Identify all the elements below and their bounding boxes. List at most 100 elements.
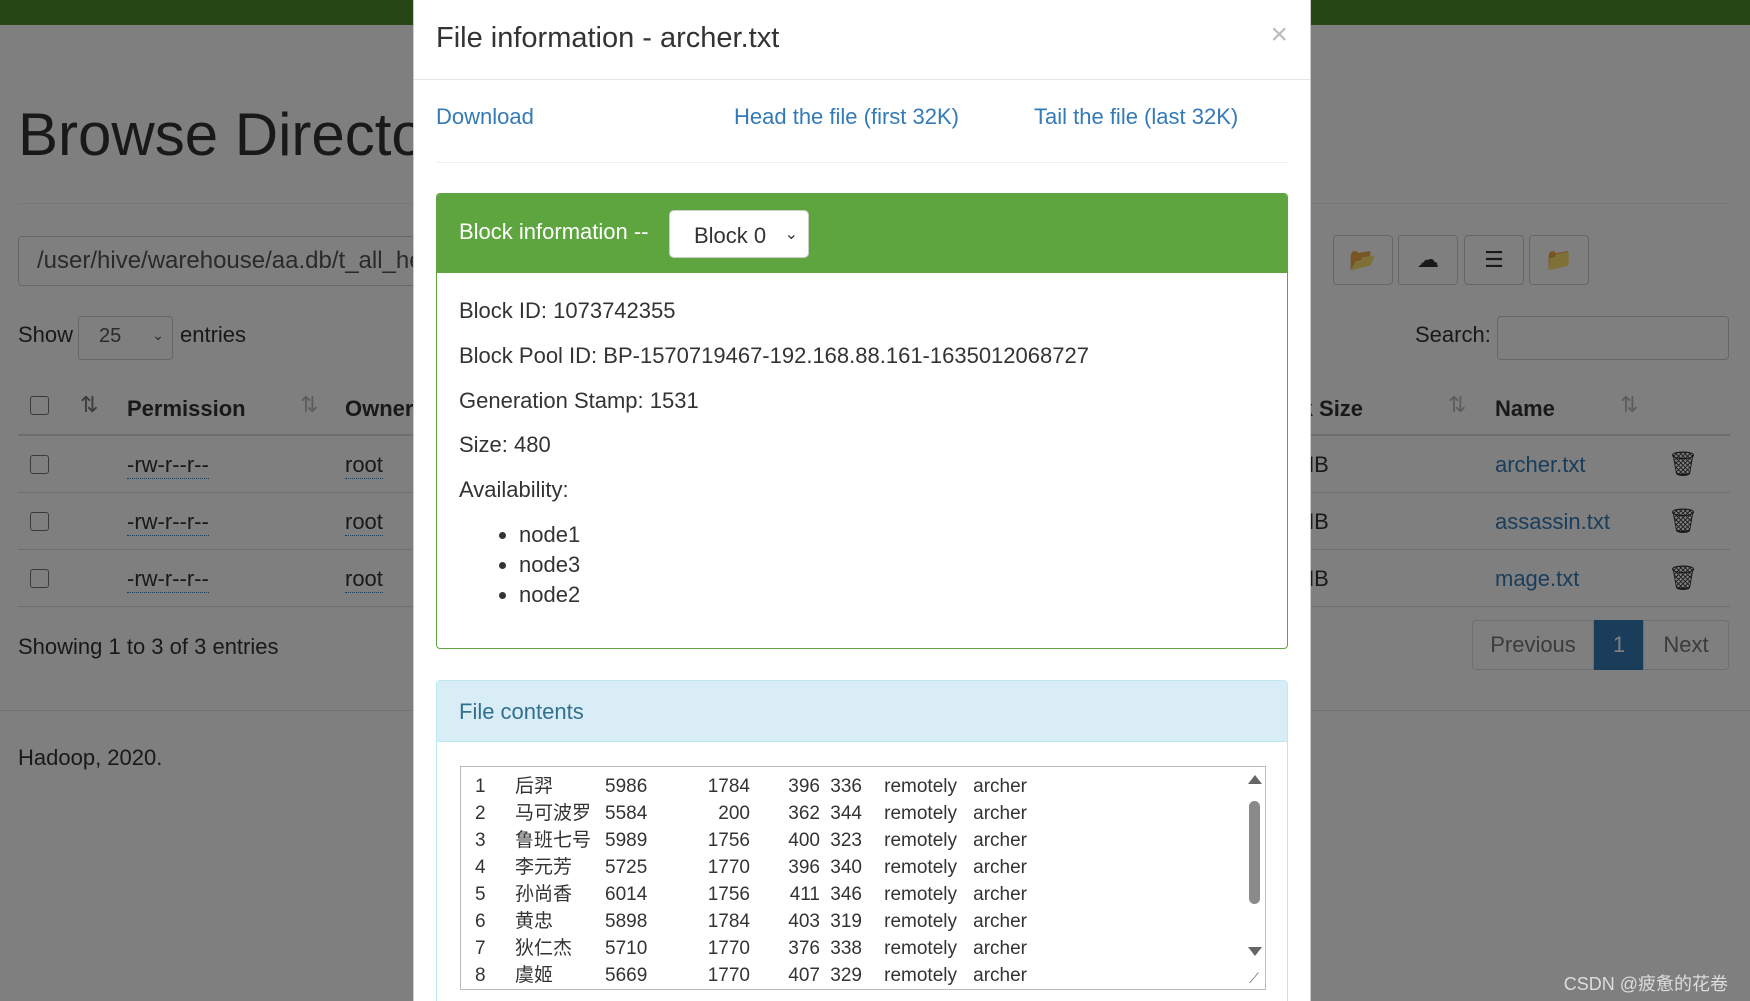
line-field: remotely	[884, 965, 957, 986]
line-field: 4	[475, 857, 486, 878]
line-field: 鲁班七号	[515, 830, 592, 851]
block-id: Block ID: 1073742355	[459, 298, 676, 323]
list-item: node3	[519, 550, 580, 580]
block-pool-id: Block Pool ID: BP-1570719467-192.168.88.…	[459, 343, 1089, 368]
line-field: remotely	[884, 830, 957, 851]
file-line: 6 黄忠 5898 1784 403 319 remotely archer	[475, 908, 1027, 935]
watermark: CSDN @疲惫的花卷	[1563, 974, 1728, 994]
line-field: 8	[475, 965, 486, 986]
line-field: 5669	[605, 965, 648, 986]
line-field: archer	[973, 830, 1027, 851]
file-contents-text: 1 后羿 5986 1784 396 336 remotely archer 2 马可波罗 5584…	[475, 773, 1027, 989]
file-info-modal: File information - archer.txt × Download…	[413, 0, 1311, 1001]
line-field: 1756	[707, 884, 750, 905]
line-field: 1770	[707, 965, 750, 986]
panel-heading: Block information -- Block 0 ⌄	[437, 194, 1287, 273]
line-field: remotely	[884, 911, 957, 932]
line-field: 396	[788, 776, 820, 797]
scrollbar[interactable]	[1243, 767, 1265, 989]
modal-title: File information - archer.txt	[436, 22, 780, 54]
line-field: 344	[830, 803, 862, 824]
line-field: 马可波罗	[515, 803, 592, 824]
line-field: 孙尚香	[515, 884, 573, 905]
file-line: 5 孙尚香 6014 1756 411 346 remotely archer	[475, 881, 1027, 908]
file-contents-panel: File contents 1 后羿 5986 1784 396 336 remotely a…	[436, 680, 1288, 1001]
line-field: 5584	[605, 803, 648, 824]
panel-heading: File contents	[437, 681, 1287, 742]
line-field: 346	[830, 884, 862, 905]
line-field: 396	[788, 857, 820, 878]
line-field: 5	[475, 884, 486, 905]
close-icon[interactable]: ×	[1270, 18, 1288, 52]
line-field: 407	[788, 965, 820, 986]
line-field: remotely	[884, 776, 957, 797]
block-info-panel: Block information -- Block 0 ⌄ Block ID:…	[436, 193, 1288, 649]
list-item: node2	[519, 580, 580, 610]
download-link[interactable]: Download	[436, 104, 534, 130]
line-field: archer	[973, 857, 1027, 878]
line-field: 虞姬	[515, 965, 554, 986]
file-line: 4 李元芳 5725 1770 396 340 remotely archer	[475, 854, 1027, 881]
line-field: 1	[475, 776, 486, 797]
availability-list: node1 node3 node2	[497, 520, 580, 610]
scroll-down-icon[interactable]	[1248, 947, 1262, 956]
line-field: 403	[788, 911, 820, 932]
line-field: 362	[788, 803, 820, 824]
line-field: 1770	[707, 857, 750, 878]
line-field: 1784	[707, 911, 750, 932]
chevron-down-icon: ⌄	[784, 226, 798, 243]
line-field: 5710	[605, 938, 648, 959]
scroll-up-icon[interactable]	[1248, 775, 1262, 784]
line-field: 336	[830, 776, 862, 797]
tail-file-link[interactable]: Tail the file (last 32K)	[1034, 104, 1238, 130]
file-line: 2 马可波罗 5584 200 362 344 remotely archer	[475, 800, 1027, 827]
scroll-thumb[interactable]	[1249, 801, 1260, 904]
divider	[436, 162, 1288, 163]
line-field: archer	[973, 776, 1027, 797]
block-select[interactable]: Block 0 ⌄	[669, 210, 809, 258]
line-field: 200	[718, 803, 750, 824]
line-field: 后羿	[515, 776, 554, 797]
line-field: 5725	[605, 857, 648, 878]
file-line: 1 后羿 5986 1784 396 336 remotely archer	[475, 773, 1027, 800]
line-field: 319	[830, 911, 862, 932]
line-field: 400	[788, 830, 820, 851]
line-field: 7	[475, 938, 486, 959]
line-field: 411	[789, 884, 820, 905]
line-field: 李元芳	[515, 857, 573, 878]
line-field: 340	[830, 857, 862, 878]
line-field: remotely	[884, 857, 957, 878]
line-field: archer	[973, 803, 1027, 824]
line-field: 323	[830, 830, 862, 851]
block-size: Size: 480	[459, 432, 551, 457]
line-field: 3	[475, 830, 486, 851]
divider	[414, 79, 1310, 80]
block-info-title: Block information --	[459, 219, 649, 244]
line-field: 1756	[707, 830, 750, 851]
file-contents-textarea[interactable]: 1 后羿 5986 1784 396 336 remotely archer 2 马可波罗 5584…	[460, 766, 1266, 990]
line-field: archer	[973, 884, 1027, 905]
line-field: 1770	[707, 938, 750, 959]
line-field: 338	[830, 938, 862, 959]
line-field: 329	[830, 965, 862, 986]
file-contents-title: File contents	[459, 699, 584, 724]
line-field: remotely	[884, 938, 957, 959]
line-field: 5898	[605, 911, 648, 932]
line-field: 6014	[605, 884, 648, 905]
line-field: 2	[475, 803, 486, 824]
resize-handle-icon[interactable]: ⟋	[1243, 967, 1265, 989]
line-field: 1784	[707, 776, 750, 797]
line-field: remotely	[884, 884, 957, 905]
head-file-link[interactable]: Head the file (first 32K)	[734, 104, 959, 130]
line-field: archer	[973, 938, 1027, 959]
line-field: 5989	[605, 830, 648, 851]
line-field: archer	[973, 965, 1027, 986]
line-field: 5986	[605, 776, 648, 797]
list-item: node1	[519, 520, 580, 550]
line-field: remotely	[884, 803, 957, 824]
line-field: 6	[475, 911, 486, 932]
file-line: 7 狄仁杰 5710 1770 376 338 remotely archer	[475, 935, 1027, 962]
availability-label: Availability:	[459, 477, 569, 502]
generation-stamp: Generation Stamp: 1531	[459, 388, 699, 413]
line-field: 狄仁杰	[515, 938, 573, 959]
